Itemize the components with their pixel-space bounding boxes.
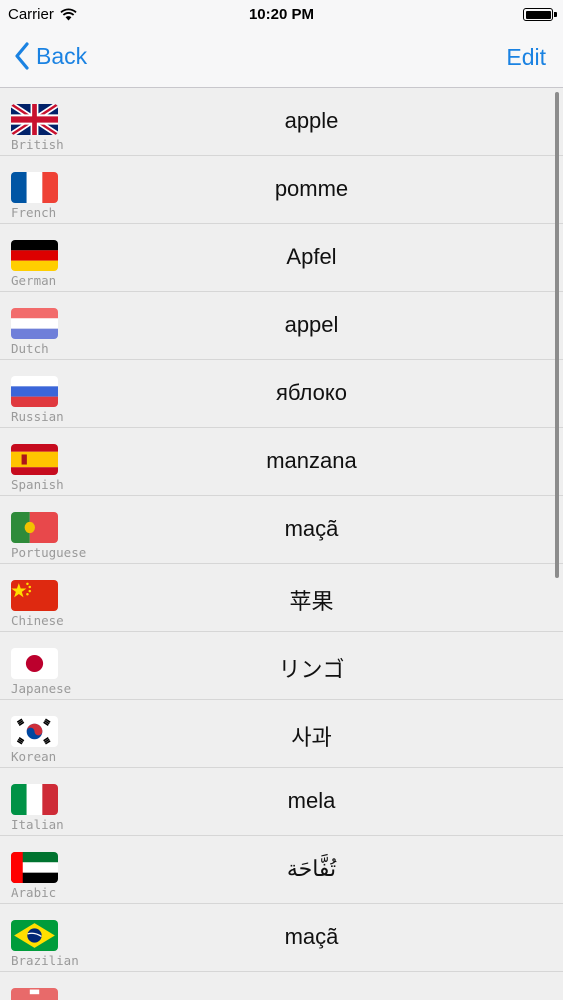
status-bar: Carrier 10:20 PM [0,0,563,30]
edit-button[interactable]: Edit [506,44,546,71]
translation-word: 사과 [291,725,332,750]
table-row[interactable]: Arabic تُفَّاحَة [0,836,563,904]
table-row[interactable] [0,972,563,1000]
china-flag-icon [11,580,58,611]
language-label: Portuguese [11,545,87,560]
language-label: Spanish [11,477,64,492]
table-row[interactable]: German Apfel [0,224,563,292]
translation-word: manzana [266,448,357,473]
back-label: Back [36,42,88,69]
battery-icon [523,8,557,21]
language-label: Korean [11,749,57,764]
translation-word: mela [287,788,336,813]
table-row[interactable]: French pomme [0,156,563,224]
translation-word: appel [284,312,339,337]
status-time: 10:20 PM [248,6,315,23]
table-row[interactable]: Portuguese maçã [0,496,563,564]
language-label: British [11,137,64,152]
netherlands-flag-icon [11,308,58,339]
south-korea-flag-icon [11,716,58,747]
table-row[interactable]: Russian яблоко [0,360,563,428]
translation-word: 苹果 [289,589,334,614]
table-row[interactable]: Korean 사과 [0,700,563,768]
germany-flag-icon [11,240,58,271]
translation-word: яблоко [276,380,347,405]
translation-word: リンゴ [278,657,345,682]
table-row[interactable]: Italian mela [0,768,563,836]
russia-flag-icon [11,376,58,407]
language-label: Italian [11,817,64,832]
table-row[interactable]: Spanish manzana [0,428,563,496]
language-label: Chinese [11,613,64,628]
france-flag-icon [11,172,58,203]
translation-word: Apfel [286,244,337,269]
flag-icon [11,988,58,1000]
navigation-bar: Back Edit [0,30,563,88]
language-label: Brazilian [11,953,79,968]
language-label: French [11,205,57,220]
language-label: Russian [11,409,64,424]
translation-word: تُفَّاحَة [286,856,337,881]
spain-flag-icon [11,444,58,475]
japan-flag-icon [11,648,58,679]
language-label: German [11,273,57,288]
uk-flag-icon [11,104,58,135]
portugal-flag-icon [11,512,58,543]
table-row[interactable]: British apple [0,88,563,156]
table-row[interactable]: Japanese リンゴ [0,632,563,700]
translation-word: pomme [274,176,349,201]
table-row[interactable]: Chinese 苹果 [0,564,563,632]
translation-list[interactable]: British apple French pomme German Apfel [0,88,563,1000]
translation-word: maçã [284,516,339,541]
language-label: Arabic [11,885,57,900]
table-row[interactable]: Brazilian maçã [0,904,563,972]
brazil-flag-icon [11,920,58,951]
table-row[interactable]: Dutch appel [0,292,563,360]
scrollbar[interactable] [555,92,559,578]
italy-flag-icon [11,784,58,815]
uae-flag-icon [11,852,58,883]
translation-word: maçã [284,924,339,949]
language-label: Dutch [11,341,49,356]
back-button[interactable]: Back [14,42,87,70]
chevron-left-icon [15,42,29,70]
translation-word: apple [284,108,339,133]
